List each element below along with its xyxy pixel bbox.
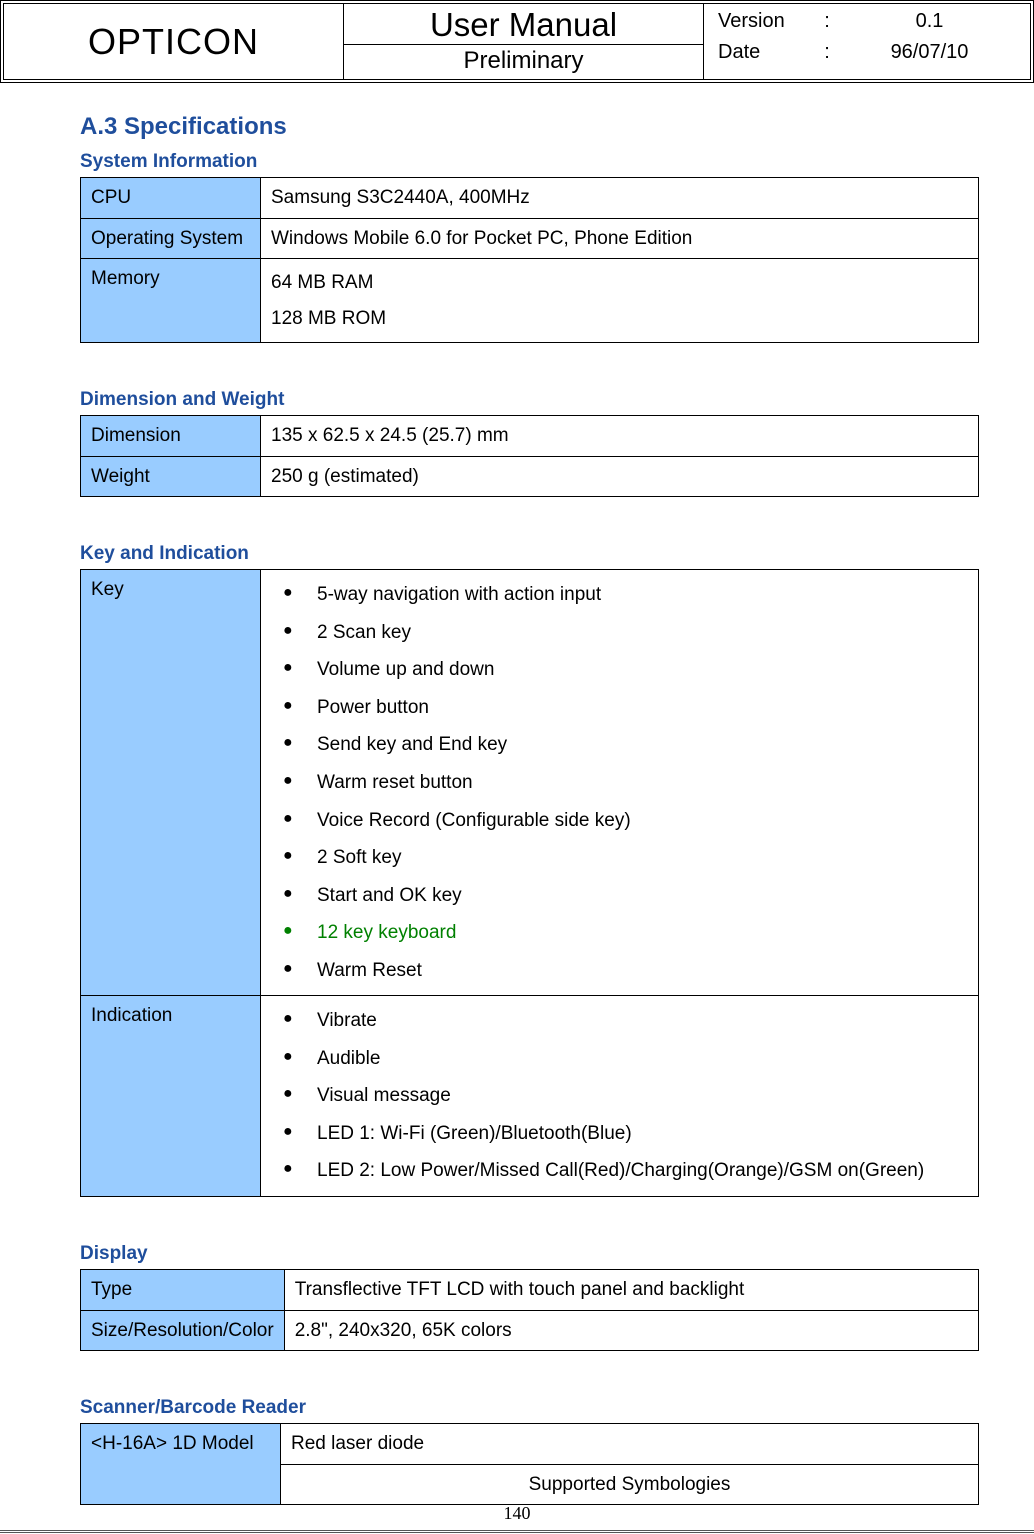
row-value: Transflective TFT LCD with touch panel a… <box>284 1270 978 1311</box>
scanner-table: <H-16A> 1D Model Red laser diode Support… <box>80 1423 979 1505</box>
separator: : <box>817 10 837 33</box>
list-item: Warm Reset <box>271 952 968 990</box>
section-heading-system-information: System Information <box>80 151 979 173</box>
list-item: Warm reset button <box>271 764 968 802</box>
date-label: Date <box>712 41 817 64</box>
page-bottom-border <box>0 1530 1034 1534</box>
table-row: Memory 64 MB RAM 128 MB ROM <box>81 259 979 343</box>
table-row: Operating System Windows Mobile 6.0 for … <box>81 218 979 259</box>
section-heading-main: A.3 Specifications <box>80 113 979 141</box>
brand-name: OPTICON <box>4 4 344 79</box>
table-row: Type Transflective TFT LCD with touch pa… <box>81 1270 979 1311</box>
section-heading-key-indication: Key and Indication <box>80 543 979 565</box>
row-label: Key <box>81 570 261 996</box>
list-item: Vibrate <box>271 1002 968 1040</box>
list-item: 2 Soft key <box>271 839 968 877</box>
manual-title: User Manual <box>344 4 703 45</box>
indication-list: VibrateAudibleVisual messageLED 1: Wi-Fi… <box>271 1002 968 1190</box>
table-row: Indication VibrateAudibleVisual messageL… <box>81 996 979 1197</box>
list-item: LED 2: Low Power/Missed Call(Red)/Chargi… <box>271 1152 968 1190</box>
version-label: Version <box>712 10 817 33</box>
row-label: Type <box>81 1270 285 1311</box>
section-heading-display: Display <box>80 1243 979 1265</box>
display-table: Type Transflective TFT LCD with touch pa… <box>80 1269 979 1351</box>
row-value: Windows Mobile 6.0 for Pocket PC, Phone … <box>261 218 979 259</box>
list-item: 2 Scan key <box>271 614 968 652</box>
section-heading-dimension-weight: Dimension and Weight <box>80 389 979 411</box>
row-label: Operating System <box>81 218 261 259</box>
row-label: CPU <box>81 178 261 219</box>
list-item: Start and OK key <box>271 877 968 915</box>
date-value: 96/07/10 <box>837 41 1022 64</box>
list-item: Send key and End key <box>271 726 968 764</box>
row-label: Weight <box>81 456 261 497</box>
key-indication-table: Key 5-way navigation with action input2 … <box>80 569 979 1197</box>
list-item: Audible <box>271 1040 968 1078</box>
row-value: VibrateAudibleVisual messageLED 1: Wi-Fi… <box>261 996 979 1197</box>
list-item: 5-way navigation with action input <box>271 576 968 614</box>
row-value: 64 MB RAM 128 MB ROM <box>261 259 979 343</box>
row-value: Samsung S3C2440A, 400MHz <box>261 178 979 219</box>
row-label: Dimension <box>81 416 261 457</box>
list-item: Power button <box>271 689 968 727</box>
table-row: Dimension 135 x 62.5 x 24.5 (25.7) mm <box>81 416 979 457</box>
dimension-weight-table: Dimension 135 x 62.5 x 24.5 (25.7) mm We… <box>80 415 979 497</box>
table-row: Size/Resolution/Color 2.8", 240x320, 65K… <box>81 1310 979 1351</box>
document-header: OPTICON User Manual Preliminary Version … <box>0 0 1034 83</box>
row-value: Supported Symbologies <box>281 1464 979 1505</box>
table-row: Weight 250 g (estimated) <box>81 456 979 497</box>
manual-subtitle: Preliminary <box>344 45 703 79</box>
version-value: 0.1 <box>837 10 1022 33</box>
row-value: 2.8", 240x320, 65K colors <box>284 1310 978 1351</box>
table-row: Key 5-way navigation with action input2 … <box>81 570 979 996</box>
system-information-table: CPU Samsung S3C2440A, 400MHz Operating S… <box>80 177 979 343</box>
list-item: LED 1: Wi-Fi (Green)/Bluetooth(Blue) <box>271 1115 968 1153</box>
row-value: 5-way navigation with action input2 Scan… <box>261 570 979 996</box>
key-list: 5-way navigation with action input2 Scan… <box>271 576 968 989</box>
row-label: Memory <box>81 259 261 343</box>
row-label: Indication <box>81 996 261 1197</box>
memory-rom: 128 MB ROM <box>271 301 968 337</box>
row-value: 135 x 62.5 x 24.5 (25.7) mm <box>261 416 979 457</box>
list-item: Voice Record (Configurable side key) <box>271 802 968 840</box>
table-row: <H-16A> 1D Model Red laser diode <box>81 1424 979 1465</box>
list-item: Visual message <box>271 1077 968 1115</box>
row-value: Red laser diode <box>281 1424 979 1465</box>
separator: : <box>817 41 837 64</box>
memory-ram: 64 MB RAM <box>271 265 968 301</box>
row-label: Size/Resolution/Color <box>81 1310 285 1351</box>
row-value: 250 g (estimated) <box>261 456 979 497</box>
section-heading-scanner: Scanner/Barcode Reader <box>80 1397 979 1419</box>
table-row: CPU Samsung S3C2440A, 400MHz <box>81 178 979 219</box>
page-number: 140 <box>0 1503 1034 1524</box>
list-item: 12 key keyboard <box>271 914 968 952</box>
row-label: <H-16A> 1D Model <box>81 1424 281 1505</box>
list-item: Volume up and down <box>271 651 968 689</box>
